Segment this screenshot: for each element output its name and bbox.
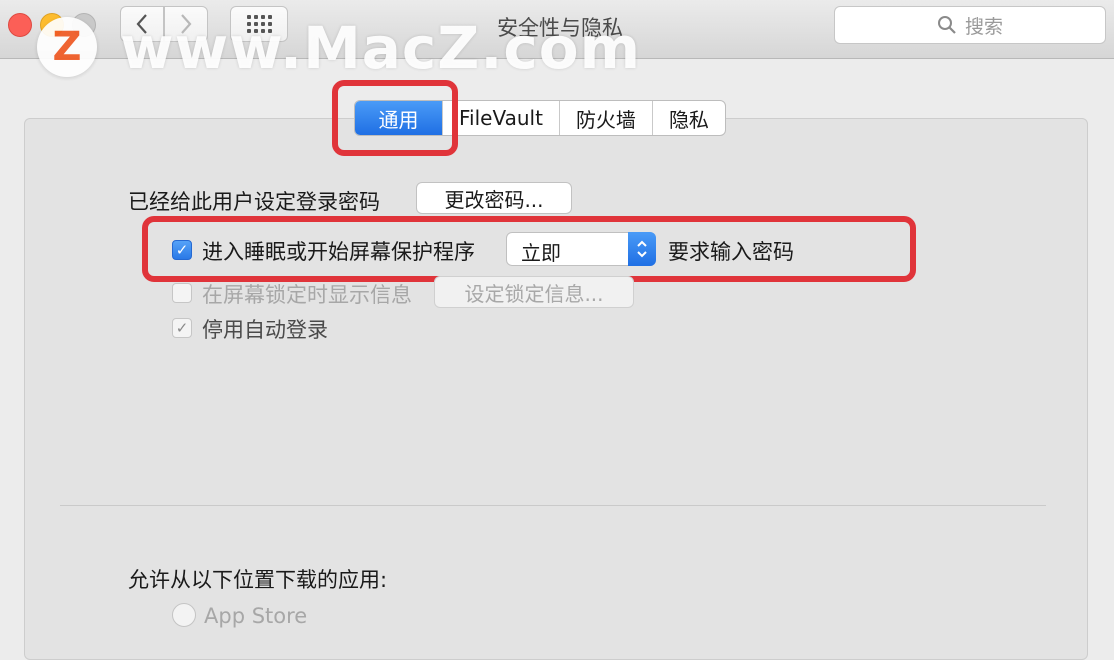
watermark-text: www.MacZ.com xyxy=(120,14,642,82)
downloads-heading: 允许从以下位置下载的应用: xyxy=(128,568,388,592)
password-set-label: 已经给此用户设定登录密码 xyxy=(128,190,380,214)
tab-firewall[interactable]: 防火墙 xyxy=(560,101,653,135)
highlight-require-password xyxy=(142,216,916,282)
search-placeholder: 搜索 xyxy=(964,15,1003,38)
change-password-button[interactable]: 更改密码... xyxy=(416,182,572,214)
highlight-tab-general xyxy=(332,80,458,156)
tab-privacy[interactable]: 隐私 xyxy=(653,101,725,135)
radio-app-store-label: App Store xyxy=(204,604,308,628)
disable-auto-login-label: 停用自动登录 xyxy=(202,318,328,342)
show-message-checkbox[interactable] xyxy=(172,283,192,303)
watermark-logo: Z xyxy=(37,17,97,77)
tab-filevault[interactable]: FileVault xyxy=(443,101,560,135)
search-icon xyxy=(937,16,956,34)
close-window-button[interactable] xyxy=(8,13,32,37)
show-message-label: 在屏幕锁定时显示信息 xyxy=(202,283,412,307)
set-lock-message-button[interactable]: 设定锁定信息... xyxy=(434,276,634,308)
disable-auto-login-checkbox[interactable]: ✓ xyxy=(172,318,192,338)
search-field[interactable]: 搜索 xyxy=(834,6,1106,44)
radio-app-store[interactable] xyxy=(172,603,196,627)
section-divider xyxy=(60,505,1046,506)
